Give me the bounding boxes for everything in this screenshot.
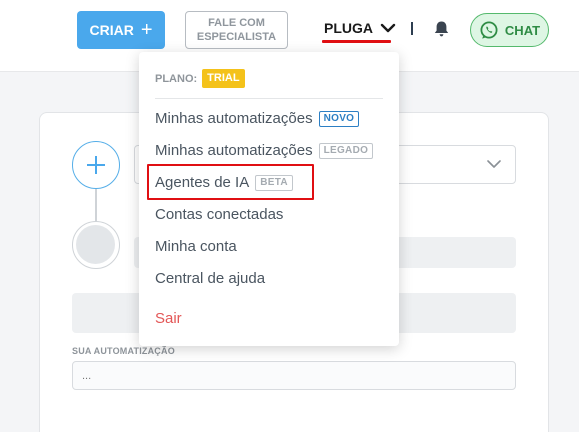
header-separator	[411, 22, 413, 35]
plus-icon	[87, 156, 105, 174]
menu-item-my-automations-legacy[interactable]: Minhas automatizações LEGADO	[155, 142, 374, 159]
menu-item-label: Sair	[155, 310, 182, 327]
step-placeholder-fill	[76, 225, 115, 264]
step-connector	[95, 189, 97, 223]
account-name: PLUGA	[324, 20, 373, 36]
new-badge: NOVO	[318, 110, 360, 127]
specialist-label-line2: ESPECIALISTA	[196, 31, 277, 43]
bell-icon[interactable]	[433, 20, 450, 38]
specialist-label-line1: FALE COM	[208, 17, 265, 29]
automation-name-input[interactable]	[72, 361, 516, 390]
menu-item-help-center[interactable]: Central de ajuda	[155, 270, 265, 287]
chevron-down-icon	[487, 160, 501, 168]
menu-item-label: Central de ajuda	[155, 270, 266, 287]
menu-item-my-account[interactable]: Minha conta	[155, 238, 237, 255]
menu-item-label: Minhas automatizações	[155, 110, 313, 127]
talk-to-specialist-button[interactable]: FALE COM ESPECIALISTA	[185, 11, 288, 49]
plan-label: PLANO:	[155, 72, 198, 85]
menu-item-label: Minha conta	[155, 238, 237, 255]
whatsapp-icon	[480, 21, 498, 39]
menu-item-my-automations-new[interactable]: Minhas automatizações NOVO	[155, 110, 360, 127]
action-step-placeholder[interactable]	[72, 221, 120, 269]
add-trigger-button[interactable]	[72, 141, 120, 189]
plus-icon: +	[140, 19, 153, 41]
chat-button-label: CHAT	[504, 22, 541, 38]
chat-button[interactable]: CHAT	[470, 13, 549, 47]
plan-badge: TRIAL	[202, 69, 245, 88]
account-menu-toggle[interactable]: PLUGA	[324, 20, 396, 36]
annotation-highlight-box	[147, 164, 314, 200]
chevron-down-icon	[380, 23, 396, 33]
specialist-label: FALE COM ESPECIALISTA	[197, 16, 276, 44]
menu-item-connected-accounts[interactable]: Contas conectadas	[155, 206, 283, 223]
menu-item-logout[interactable]: Sair	[155, 310, 182, 327]
create-button-label: CRIAR	[89, 22, 134, 38]
menu-item-label: Minhas automatizações	[155, 142, 313, 159]
account-active-underline	[322, 40, 391, 43]
plan-indicator: PLANO: TRIAL	[155, 69, 245, 88]
menu-divider	[155, 98, 383, 99]
create-button[interactable]: CRIAR +	[77, 11, 165, 49]
menu-item-label: Contas conectadas	[155, 206, 284, 223]
automation-name-label: SUA AUTOMATIZAÇÃO	[72, 346, 175, 356]
legacy-badge: LEGADO	[318, 142, 374, 159]
